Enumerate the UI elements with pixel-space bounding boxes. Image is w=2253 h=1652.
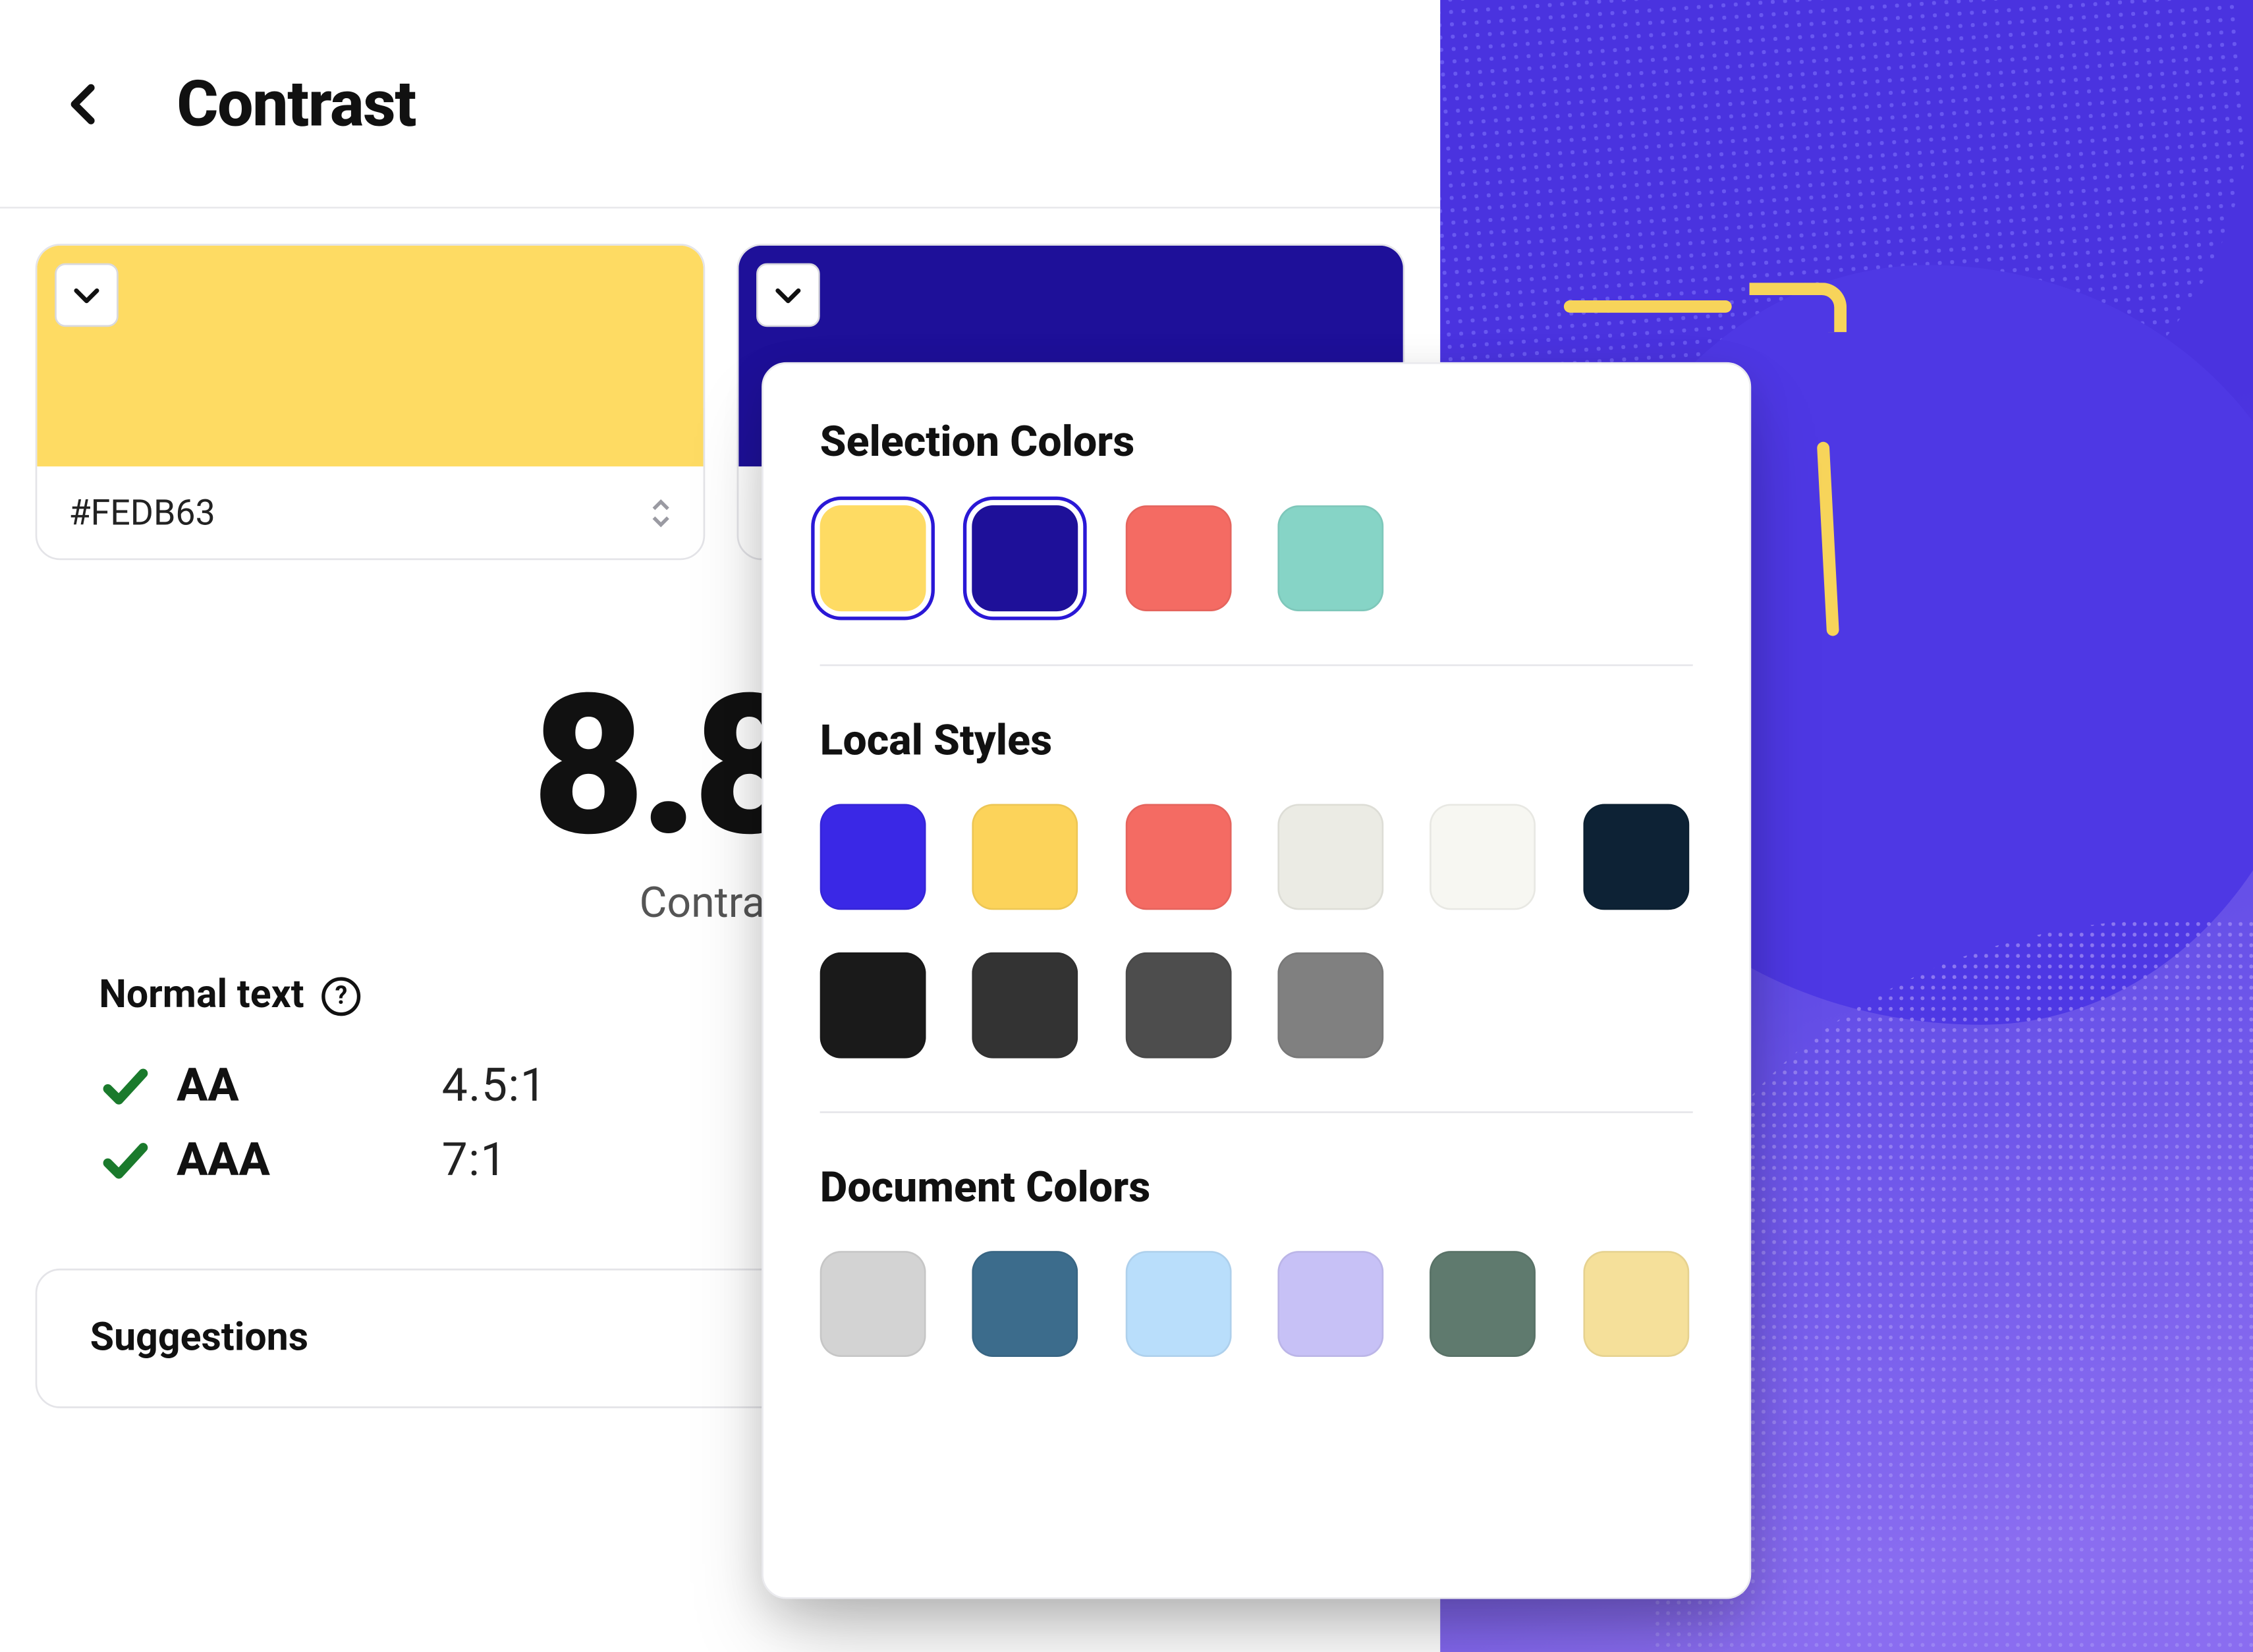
color-swatch[interactable] [1582,1251,1688,1357]
panel-title: Contrast [177,67,416,141]
color-swatch[interactable] [972,804,1078,910]
popover-section-title: Document Colors [820,1163,1693,1212]
color-swatch[interactable] [1125,1251,1231,1357]
divider [820,665,1693,667]
color-swatch[interactable] [820,505,926,611]
color-swatch[interactable] [1582,804,1688,910]
color-swatch[interactable] [1125,804,1231,910]
check-icon [99,1134,152,1187]
color-swatch[interactable] [972,952,1078,1059]
color-swatch[interactable] [1430,804,1536,910]
compliance-heading: Normal text [99,974,304,1018]
foreground-color-card: #FEDB63 [36,244,704,560]
swatch-grid [820,804,1693,1058]
color-swatch[interactable] [1125,952,1231,1059]
compliance-ratio: 4.5:1 [442,1060,547,1113]
foreground-color-picker-toggle[interactable] [55,263,119,327]
back-button[interactable] [42,61,127,146]
color-swatch[interactable] [820,1251,926,1357]
color-swatch[interactable] [1277,952,1383,1059]
color-swatch[interactable] [1277,1251,1383,1357]
color-swatch[interactable] [820,804,926,910]
swatch-grid [820,505,1693,611]
background-color-picker-toggle[interactable] [756,263,820,327]
color-swatch[interactable] [972,1251,1078,1357]
popover-section-title: Local Styles [820,715,1693,765]
check-icon [99,1060,152,1113]
help-icon[interactable]: ? [321,976,360,1015]
compliance-level: AAA [177,1134,300,1187]
panel-header: Contrast [0,0,1440,209]
color-swatch[interactable] [1277,804,1383,910]
divider [820,1111,1693,1113]
color-swatch[interactable] [1430,1251,1536,1357]
color-swatch[interactable] [1277,505,1383,611]
swatch-grid [820,1251,1693,1357]
foreground-swatch [37,246,702,466]
color-swatch[interactable] [820,952,926,1059]
color-swatch[interactable] [1125,505,1231,611]
compliance-level: AA [177,1060,300,1113]
popover-section-title: Selection Colors [820,417,1693,466]
compliance-ratio: 7:1 [442,1134,507,1187]
color-swatch[interactable] [972,505,1078,611]
color-picker-popover: Selection Colors Local Styles Document Col… [762,362,1751,1599]
foreground-stepper[interactable] [650,497,671,528]
foreground-hex-value[interactable]: #FEDB63 [69,491,215,534]
